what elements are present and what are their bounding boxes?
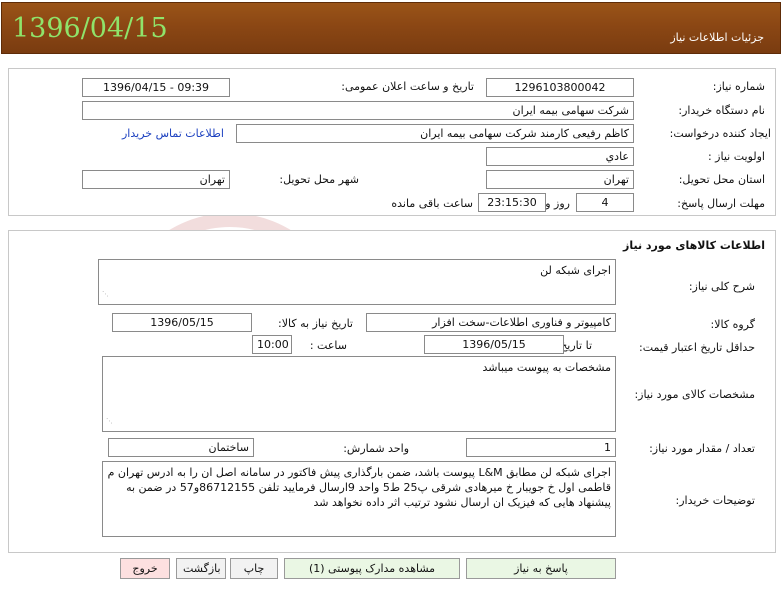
province-label: استان محل تحویل: [678, 173, 765, 186]
priority-field: عادي [486, 147, 634, 166]
priority-label: اولویت نیاز : [707, 150, 765, 163]
time-label: ساعت : [309, 339, 347, 352]
requester-label: ایجاد کننده درخواست: [669, 127, 771, 140]
need-number-label: شماره نیاز: [712, 80, 765, 93]
page-header: 1396/04/15 جزئیات اطلاعات نیاز [1, 2, 781, 54]
to-date-field: 1396/05/15 [424, 335, 564, 354]
description-text: اجرای شبکه لن [540, 264, 611, 277]
print-button[interactable]: چاپ [230, 558, 278, 579]
buyer-notes-field: اجرای شبکه لن مطابق L&M پیوست باشد، ضمن … [102, 461, 616, 537]
goods-spec-label: مشخصات کالای مورد نیاز: [634, 388, 755, 401]
goods-group-label: گروه کالا: [710, 318, 755, 331]
buyer-org-label: نام دستگاه خریدار: [678, 104, 765, 117]
deadline-time-field: 23:15:30 [478, 193, 546, 212]
view-attachments-button[interactable]: مشاهده مدارک پیوستی (1) [284, 558, 460, 579]
goods-section-title: اطلاعات کالاهای مورد نیاز [623, 239, 765, 252]
resize-grip-icon: ⋰ [102, 290, 109, 298]
price-validity-label: حداقل تاریخ اعتبار قیمت: [639, 341, 755, 354]
buyer-contact-link[interactable]: اطلاعات تماس خریدار [122, 127, 224, 140]
remaining-label: ساعت باقی مانده [391, 197, 473, 210]
goods-spec-text: مشخصات به پیوست میباشد [482, 361, 611, 374]
deadline-label: مهلت ارسال پاسخ: [677, 197, 765, 210]
city-field: تهران [82, 170, 230, 189]
description-field: اجرای شبکه لن ⋰ [98, 259, 616, 305]
buyer-org-field: شرکت سهامی بیمه ایران [82, 101, 634, 120]
goods-spec-field: مشخصات به پیوست میباشد ⋰ [102, 356, 616, 432]
description-label: شرح کلی نیاز: [688, 280, 755, 293]
city-label: شهر محل تحویل: [279, 173, 359, 186]
buyer-notes-label: توضیحات خریدار: [675, 494, 756, 507]
buyer-notes-text: اجرای شبکه لن مطابق L&M پیوست باشد، ضمن … [107, 466, 611, 509]
need-number-field: 1296103800042 [486, 78, 634, 97]
requester-field: کاظم رفیعی کارمند شرکت سهامی بیمه ایران [236, 124, 634, 143]
back-button[interactable]: بازگشت [176, 558, 226, 579]
province-field: تهران [486, 170, 634, 189]
unit-field: ساختمان [108, 438, 254, 457]
reply-to-need-button[interactable]: پاسخ به نیاز [466, 558, 616, 579]
quantity-label: تعداد / مقدار مورد نیاز: [649, 442, 755, 455]
announce-date-field: 1396/04/15 - 09:39 [82, 78, 230, 97]
deadline-days-field: 4 [576, 193, 634, 212]
need-date-label: تاریخ نیاز به کالا: [278, 317, 353, 330]
quantity-field: 1 [466, 438, 616, 457]
header-title: جزئیات اطلاعات نیاز [670, 31, 764, 44]
exit-button[interactable]: خروج [120, 558, 170, 579]
header-date: 1396/04/15 [12, 13, 168, 44]
goods-group-field: کامپیوتر و فناوری اطلاعات-سخت افزار [366, 313, 616, 332]
time-field: 10:00 [252, 335, 292, 354]
deadline-days-label: روز و [545, 197, 570, 210]
resize-grip-icon: ⋰ [106, 417, 113, 425]
announce-date-label: تاریخ و ساعت اعلان عمومی: [341, 80, 474, 93]
need-date-field: 1396/05/15 [112, 313, 252, 332]
unit-label: واحد شمارش: [343, 442, 409, 455]
